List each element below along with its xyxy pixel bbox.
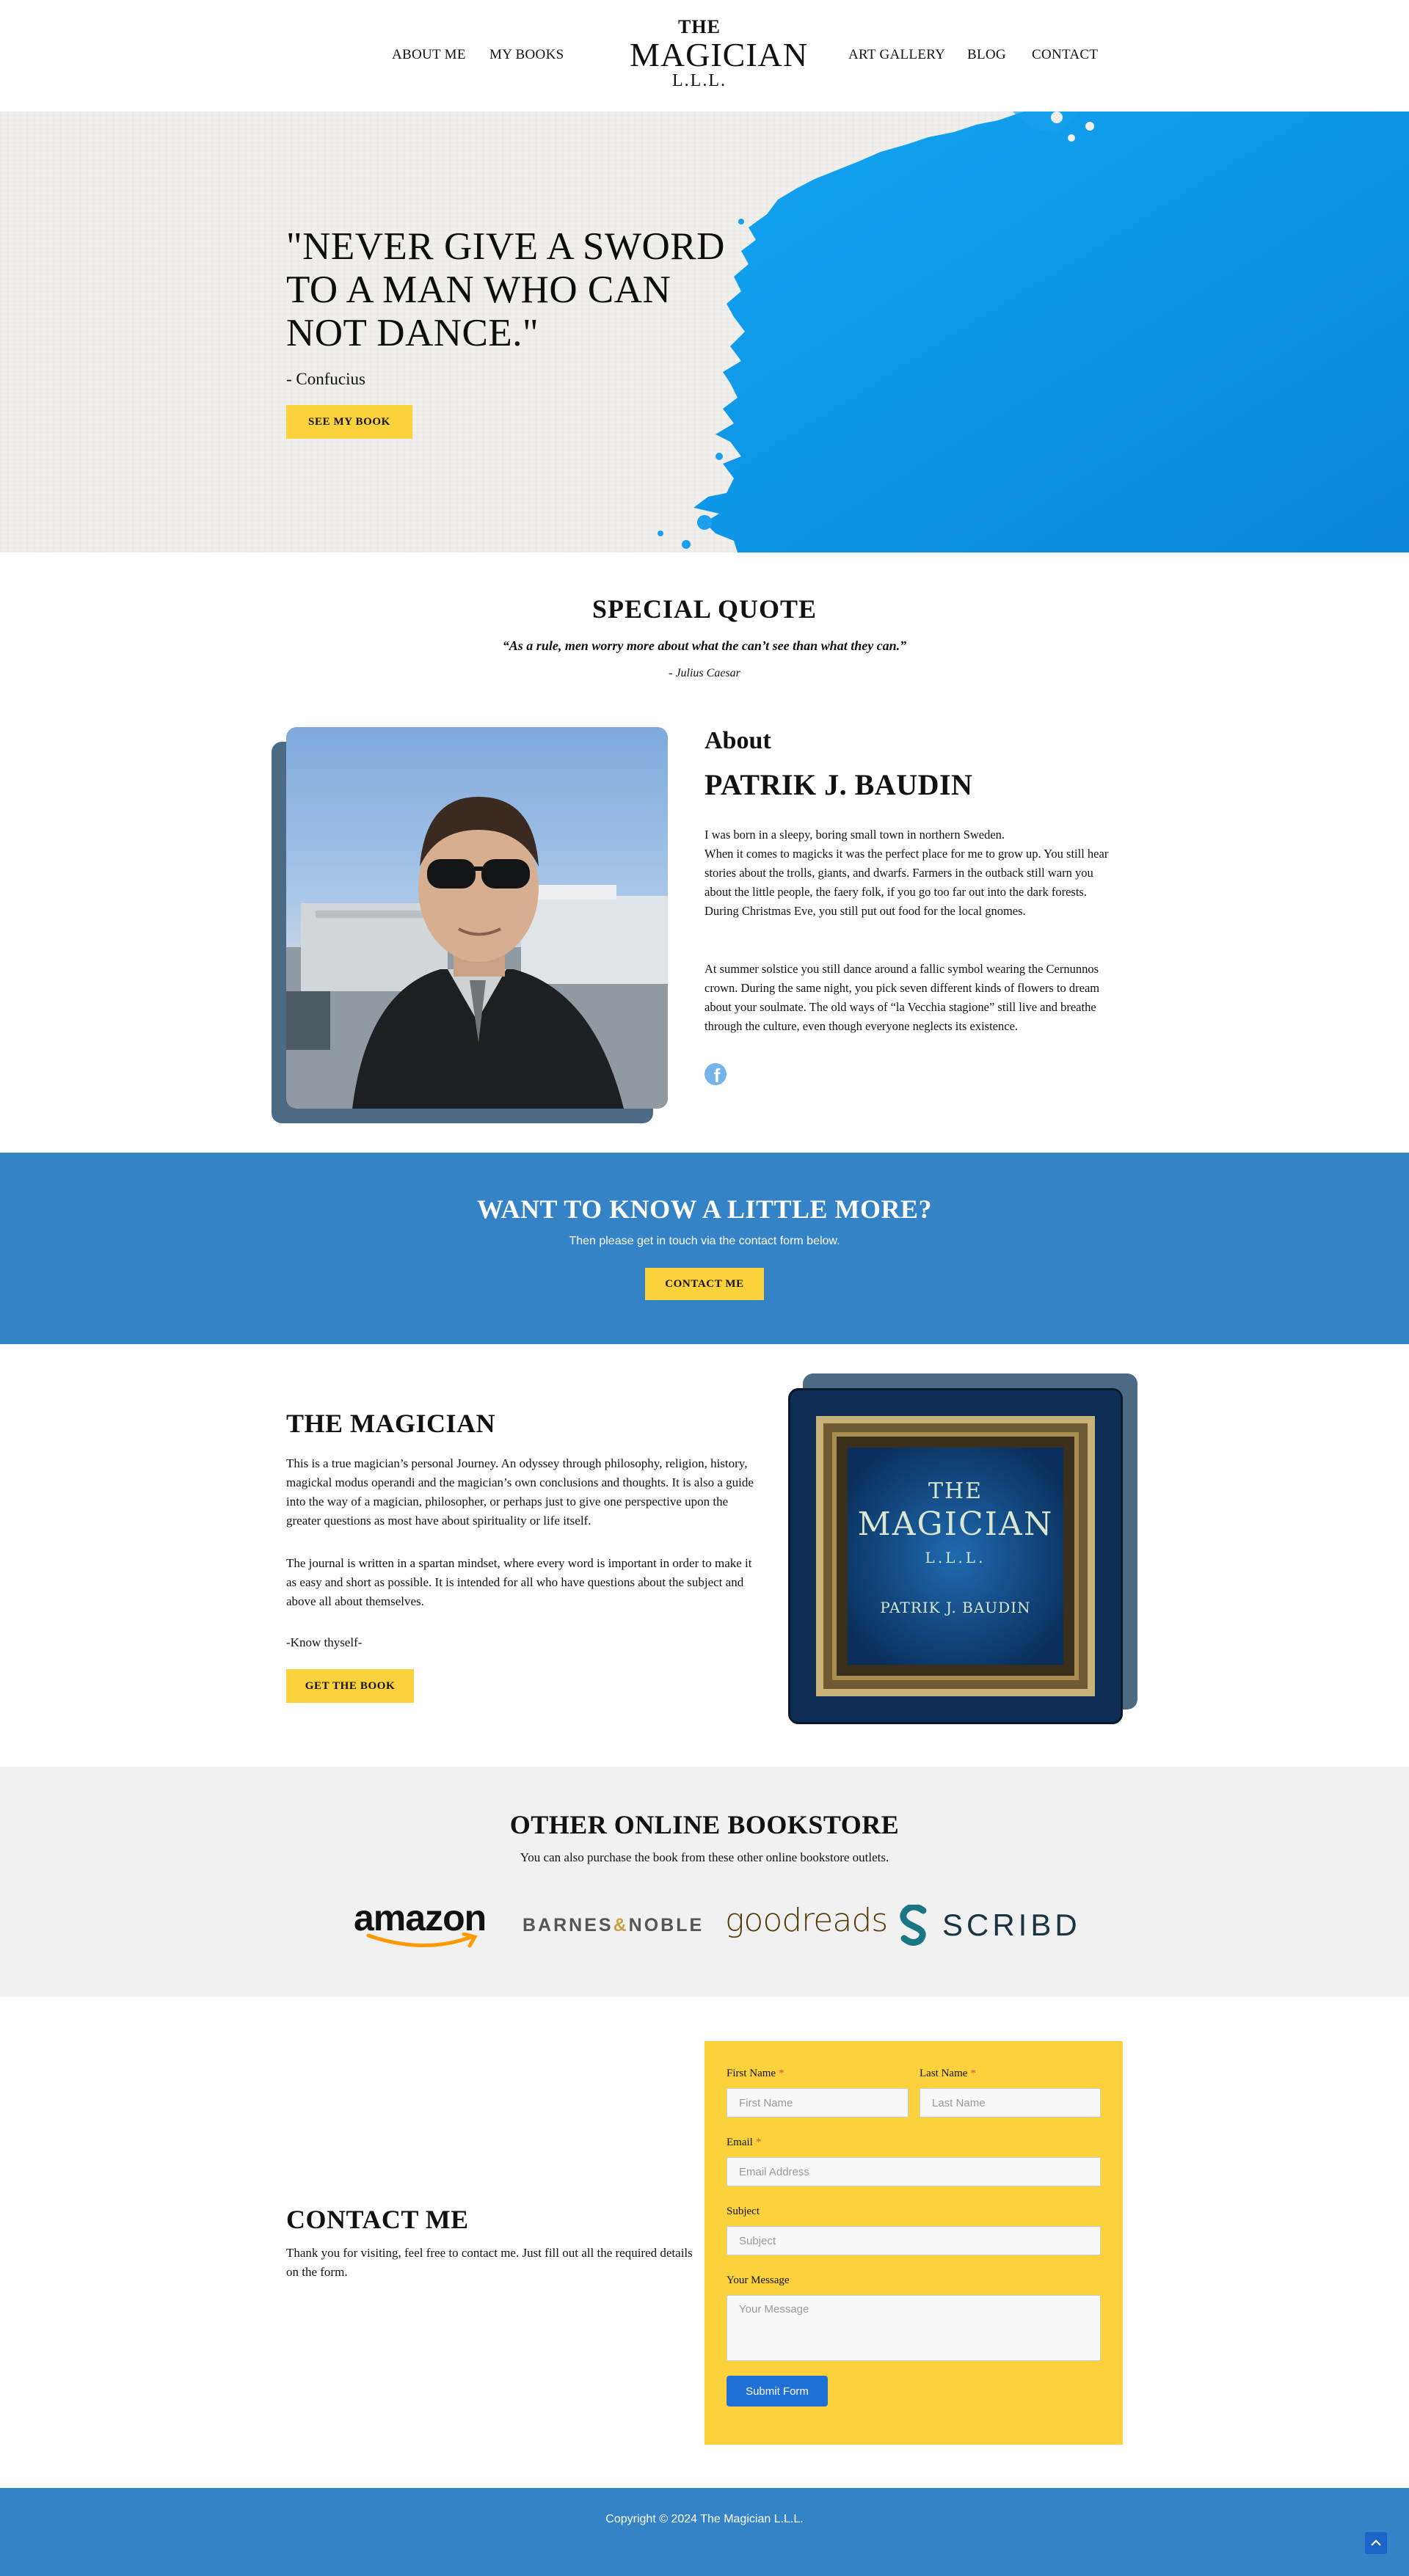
book-section: THE MAGICIAN This is a true magician’s p…: [0, 1344, 1409, 1767]
about-paragraph-2: At summer solstice you still dance aroun…: [704, 962, 1100, 1033]
site-logo[interactable]: THE MAGICIAN L.L.L.: [630, 16, 809, 90]
about-author-name: PATRIK J. BAUDIN: [704, 768, 973, 801]
author-photo: [286, 727, 668, 1109]
logo-line-the: THE: [678, 16, 721, 37]
contact-section: CONTACT ME Thank you for visiting, feel …: [0, 1997, 1409, 2488]
cover-title-lll: L.L.L.: [925, 1549, 986, 1566]
bn-text-barnes: BARNES: [523, 1915, 614, 1935]
contact-text: Thank you for visiting, feel free to con…: [286, 2246, 693, 2279]
amazon-logo[interactable]: amazon: [354, 1899, 493, 1949]
barnes-and-noble-logo[interactable]: BARNES&NOBLE: [523, 1915, 704, 1936]
scribd-logo-text: SCRIBD: [942, 1908, 1081, 1942]
email-input[interactable]: [727, 2157, 1101, 2186]
cta-title: WANT TO KNOW A LITTLE MORE?: [476, 1194, 932, 1224]
last-name-label: Last Name *: [920, 2068, 976, 2079]
hero-quote: "NEVER GIVE A SWORD TO A MAN WHO CAN NOT…: [286, 225, 725, 354]
submit-form-button[interactable]: Submit Form: [727, 2376, 828, 2407]
cta-subtitle: Then please get in touch via the contact…: [569, 1235, 840, 1247]
nav-art-gallery[interactable]: ART GALLERY: [848, 47, 945, 63]
message-textarea[interactable]: [727, 2295, 1101, 2361]
subject-label: Subject: [727, 2205, 760, 2217]
about-section: About PATRIK J. BAUDIN I was born in a s…: [0, 552, 1409, 1153]
contact-cta-section: WANT TO KNOW A LITTLE MORE? Then please …: [0, 1153, 1409, 1344]
book-paragraph-3: -Know thyself-: [286, 1635, 363, 1649]
logo-line-magician: MAGICIAN: [630, 36, 809, 73]
hero-section: "NEVER GIVE A SWORD TO A MAN WHO CAN NOT…: [0, 112, 1409, 552]
cover-title-the: THE: [928, 1478, 983, 1504]
amazon-logo-text: amazon: [354, 1897, 487, 1938]
bookstores-title: OTHER ONLINE BOOKSTORE: [509, 1810, 900, 1839]
cover-author: PATRIK J. BAUDIN: [880, 1599, 1031, 1616]
bn-text-noble: NOBLE: [628, 1915, 704, 1935]
site-footer: Copyright © 2024 The Magician L.L.L.: [0, 2488, 1409, 2576]
nav-contact[interactable]: CONTACT: [1032, 47, 1098, 63]
message-label: Your Message: [727, 2274, 790, 2286]
book-paragraph-2: The journal is written in a spartan mind…: [286, 1556, 752, 1608]
book-cover[interactable]: THE MAGICIAN L.L.L. PATRIK J. BAUDIN: [788, 1388, 1123, 1724]
scroll-to-top-icon[interactable]: [1365, 2532, 1387, 2554]
goodreads-logo-text: goodreads: [725, 1902, 888, 1939]
bookstores-section: OTHER ONLINE BOOKSTORE You can also purc…: [0, 1767, 1409, 1997]
hero-quote-author: - Confucius: [286, 370, 365, 388]
cover-title-magician: MAGICIAN: [857, 1506, 1054, 1543]
author-photo-illustration: [286, 797, 668, 1109]
contact-me-button[interactable]: CONTACT ME: [645, 1268, 764, 1300]
bn-ampersand: &: [613, 1915, 629, 1935]
email-label: Email *: [727, 2137, 762, 2148]
bookstores-subtitle: You can also purchase the book from thes…: [520, 1850, 889, 1864]
facebook-icon[interactable]: f: [704, 1063, 727, 1085]
footer-copyright: Copyright © 2024 The Magician L.L.L.: [605, 2513, 804, 2525]
subject-input[interactable]: [727, 2226, 1101, 2255]
get-the-book-button[interactable]: GET THE BOOK: [286, 1669, 414, 1703]
site-header: ABOUT ME MY BOOKS THE MAGICIAN L.L.L. AR…: [0, 0, 1409, 112]
see-my-book-button[interactable]: SEE MY BOOK: [286, 405, 412, 439]
scribd-icon: [900, 1905, 927, 1946]
goodreads-logo[interactable]: goodreads: [725, 1902, 888, 1939]
contact-title: CONTACT ME: [286, 2205, 469, 2234]
about-label: About: [704, 727, 771, 754]
nav-blog[interactable]: BLOG: [967, 47, 1006, 63]
about-paragraph-1: I was born in a sleepy, boring small tow…: [704, 828, 1109, 918]
scribd-logo[interactable]: SCRIBD: [897, 1905, 1081, 1946]
first-name-input[interactable]: [727, 2088, 909, 2117]
book-paragraph-1: This is a true magician’s personal Journ…: [286, 1456, 754, 1528]
nav-my-books[interactable]: MY BOOKS: [489, 47, 564, 63]
contact-form: First Name* Last Name* Email* Subject Yo…: [704, 2041, 1123, 2445]
nav-about-me[interactable]: ABOUT ME: [392, 47, 466, 63]
last-name-input[interactable]: [920, 2088, 1101, 2117]
book-title: THE MAGICIAN: [286, 1409, 496, 1438]
first-name-label: First Name *: [727, 2068, 784, 2079]
logo-line-lll: L.L.L.: [672, 71, 727, 90]
